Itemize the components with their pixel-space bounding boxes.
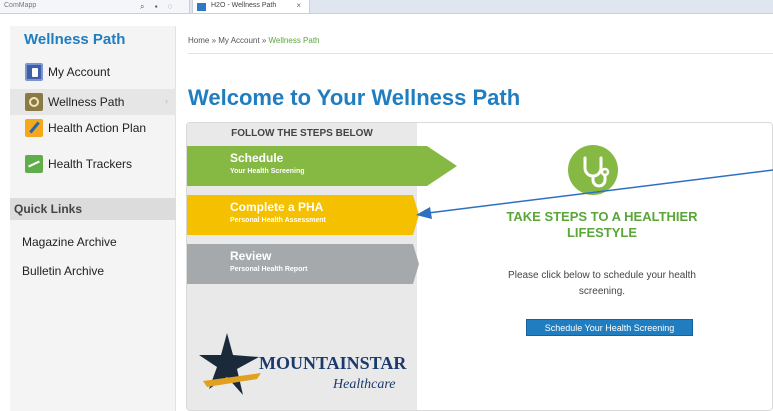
sidebar-item-label: Health Action Plan bbox=[48, 121, 147, 135]
account-book-icon bbox=[25, 63, 43, 81]
sidebar-item-my-account[interactable]: My Account bbox=[10, 59, 176, 85]
step-review[interactable]: Review Personal Health Report bbox=[187, 244, 419, 284]
mountainstar-logo-icon bbox=[199, 333, 261, 395]
chevron-right-icon: › bbox=[165, 96, 168, 106]
browser-chrome: ComMapp ⌕ ▪ ◌ H2O - Wellness Path × bbox=[0, 0, 773, 14]
sidebar-item-label: Wellness Path bbox=[48, 95, 125, 109]
step-title: Schedule bbox=[230, 151, 284, 165]
sidebar-item-health-trackers[interactable]: Health Trackers bbox=[10, 151, 176, 177]
wellness-compass-icon bbox=[25, 93, 43, 111]
address-bar-icons[interactable]: ⌕ ▪ ◌ bbox=[140, 2, 177, 12]
cta-text-line: Please click below to schedule your heal… bbox=[508, 270, 696, 281]
action-plan-icon bbox=[25, 119, 43, 137]
sidebar-item-label: My Account bbox=[48, 65, 111, 79]
wellness-steps-panel: FOLLOW THE STEPS BELOW Schedule Your Hea… bbox=[186, 122, 773, 411]
cta-description: Please click below to schedule your heal… bbox=[477, 268, 727, 300]
trackers-chart-icon bbox=[25, 155, 43, 173]
step-subtitle: Personal Health Report bbox=[230, 266, 308, 273]
stethoscope-icon bbox=[568, 145, 618, 195]
breadcrumb-home[interactable]: Home bbox=[188, 36, 209, 45]
steps-heading: FOLLOW THE STEPS BELOW bbox=[231, 128, 373, 139]
step-subtitle: Personal Health Assessment bbox=[230, 217, 326, 224]
breadcrumb-current: Wellness Path bbox=[268, 36, 320, 45]
step-title: Review bbox=[230, 249, 272, 263]
breadcrumb-separator: » bbox=[209, 36, 219, 45]
sidebar-item-wellness-path[interactable]: Wellness Path › bbox=[10, 89, 176, 115]
logo-name: MOUNTAINSTAR bbox=[259, 353, 407, 373]
header-divider bbox=[188, 53, 773, 54]
step-title: Complete a PHA bbox=[230, 200, 324, 214]
page-title: Welcome to Your Wellness Path bbox=[188, 85, 521, 110]
tab-close-icon[interactable]: × bbox=[296, 1, 301, 10]
sidebar: Wellness Path My Account Wellness Path ›… bbox=[10, 26, 176, 411]
sidebar-item-label: Health Trackers bbox=[48, 157, 133, 171]
tab-title: H2O - Wellness Path bbox=[211, 2, 277, 9]
cta-heading-line: LIFESTYLE bbox=[566, 225, 638, 240]
schedule-screening-button[interactable]: Schedule Your Health Screening bbox=[526, 319, 693, 336]
quick-link-bulletin-archive[interactable]: Bulletin Archive bbox=[22, 264, 104, 278]
sidebar-title: Wellness Path bbox=[24, 31, 126, 48]
step-schedule[interactable]: Schedule Your Health Screening bbox=[187, 146, 457, 186]
breadcrumb-my-account[interactable]: My Account bbox=[218, 36, 259, 45]
breadcrumb-separator: » bbox=[259, 36, 269, 45]
quick-link-magazine-archive[interactable]: Magazine Archive bbox=[22, 235, 117, 249]
address-text: ComMapp bbox=[4, 2, 37, 9]
logo-subtitle: Healthcare bbox=[333, 377, 396, 392]
sidebar-item-health-action-plan[interactable]: Health Action Plan bbox=[10, 115, 176, 141]
address-bar[interactable]: ComMapp ⌕ ▪ ◌ bbox=[0, 0, 190, 13]
cta-text-line: screening. bbox=[578, 286, 626, 297]
step-subtitle: Your Health Screening bbox=[230, 168, 305, 175]
cta-heading-line: TAKE STEPS TO A HEALTHIER bbox=[506, 209, 698, 224]
cta-heading: TAKE STEPS TO A HEALTHIER LIFESTYLE bbox=[437, 209, 767, 241]
quick-links-heading: Quick Links bbox=[10, 198, 176, 220]
breadcrumb: Home » My Account » Wellness Path bbox=[188, 36, 320, 45]
favicon-icon bbox=[197, 3, 206, 11]
step-complete-pha[interactable]: Complete a PHA Personal Health Assessmen… bbox=[187, 195, 419, 235]
browser-tab[interactable]: H2O - Wellness Path × bbox=[192, 0, 310, 14]
